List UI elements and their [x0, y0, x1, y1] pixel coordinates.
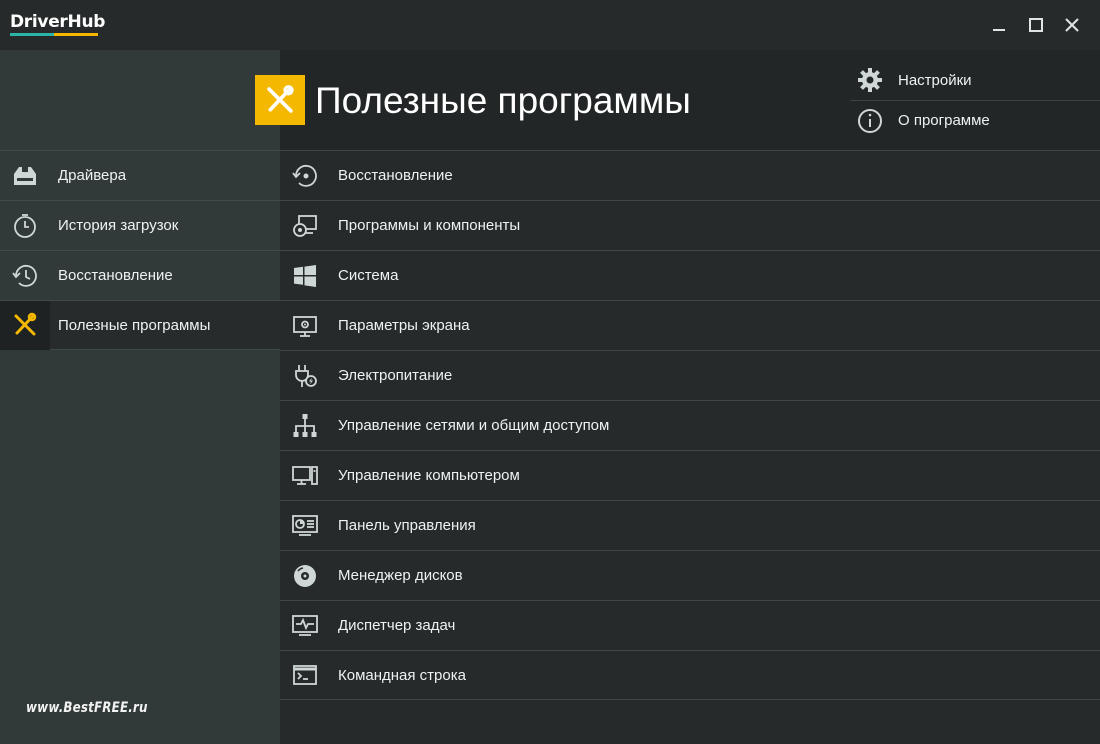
computer-icon [292, 465, 318, 485]
list-item[interactable]: Программы и компоненты [280, 200, 1100, 250]
maximize-button[interactable] [1023, 12, 1049, 38]
list-item-label: Управление сетями и общим доступом [338, 417, 610, 434]
list-item[interactable]: Управление компьютером [280, 450, 1100, 500]
settings-label: Настройки [898, 71, 972, 89]
sidebar-icon-box [0, 151, 50, 200]
menu-icon-box [850, 108, 890, 134]
sidebar-nav: Драйвера История загрузок Восстановление… [0, 150, 280, 350]
windows-icon [294, 264, 316, 287]
list-item-icon-box [280, 301, 330, 350]
list-item[interactable]: Командная строка [280, 650, 1100, 700]
menu-icon-box [850, 67, 890, 93]
list-item-label: Программы и компоненты [338, 217, 521, 234]
page-title: Полезные программы [315, 80, 691, 121]
header-menu: Настройки О программе [850, 60, 1100, 140]
list-item-label: Диспетчер задач [338, 617, 456, 634]
list-item[interactable]: Управление сетями и общим доступом [280, 400, 1100, 450]
disk-icon [294, 564, 316, 587]
sidebar-item-restore[interactable]: Восстановление [0, 250, 280, 300]
header-icon-badge [255, 75, 305, 125]
list-item-icon-box [280, 501, 330, 550]
terminal-icon [293, 665, 317, 685]
programs-icon [293, 214, 317, 237]
list-item[interactable]: Восстановление [280, 150, 1100, 200]
minimize-icon [993, 29, 1005, 31]
list-item-icon-box [280, 201, 330, 250]
task-manager-icon [292, 614, 318, 636]
display-settings-icon [293, 315, 317, 337]
list-item[interactable]: Диспетчер задач [280, 600, 1100, 650]
about-button[interactable]: О программе [850, 100, 1100, 140]
info-icon [858, 108, 882, 133]
timer-icon [14, 213, 36, 238]
list-item-label: Управление компьютером [338, 467, 520, 484]
list-item-icon-box [280, 151, 330, 200]
list-item[interactable]: Система [280, 250, 1100, 300]
history-icon [12, 264, 37, 287]
about-label: О программе [898, 112, 990, 129]
gear-icon [858, 68, 882, 92]
sidebar-icon-box [0, 201, 50, 250]
list-item[interactable]: Панель управления [280, 500, 1100, 550]
sidebar: Драйвера История загрузок Восстановление… [0, 50, 280, 744]
title-bar: DriverHub [0, 0, 1100, 50]
list-item[interactable]: Параметры экрана [280, 300, 1100, 350]
sidebar-icon-box [0, 251, 50, 300]
drive-icon [14, 166, 36, 185]
list-item[interactable]: Электропитание [280, 350, 1100, 400]
tools-list: Восстановление Программы и компоненты Си… [280, 150, 1100, 744]
list-item-icon-box [280, 401, 330, 450]
restore-icon [292, 164, 317, 187]
list-item-label: Электропитание [338, 367, 453, 384]
list-item-icon-box [280, 351, 330, 400]
sidebar-item-label: Драйвера [58, 167, 127, 184]
list-item-icon-box [280, 451, 330, 500]
app-logo: DriverHub [10, 12, 105, 36]
list-item-label: Менеджер дисков [338, 567, 463, 584]
sidebar-item-download-history[interactable]: История загрузок [0, 200, 280, 250]
page-header: Полезные программы Настройки О программе [255, 50, 1100, 150]
settings-button[interactable]: Настройки [850, 60, 1100, 100]
tools-icon [267, 85, 294, 113]
sidebar-item-drivers[interactable]: Драйвера [0, 150, 280, 200]
logo-underline [10, 33, 98, 36]
list-item-label: Командная строка [338, 666, 466, 684]
sidebar-item-useful-programs[interactable]: Полезные программы [0, 300, 280, 350]
app-logo-text: DriverHub [10, 12, 106, 32]
list-item-label: Восстановление [338, 167, 453, 184]
maximize-icon [1029, 18, 1043, 32]
control-panel-icon [292, 514, 318, 536]
sidebar-icon-box [0, 300, 50, 350]
sidebar-item-label: История загрузок [58, 217, 179, 234]
watermark: www.BestFREE.ru [26, 700, 148, 716]
close-button[interactable] [1059, 12, 1085, 38]
list-item-icon-box [280, 651, 330, 700]
list-item-icon-box [280, 601, 330, 650]
sidebar-item-label: Восстановление [58, 267, 173, 284]
power-plug-icon [295, 364, 317, 387]
list-item-label: Система [338, 267, 399, 284]
list-item-icon-box [280, 251, 330, 300]
list-item-label: Панель управления [338, 517, 476, 534]
close-icon [1065, 18, 1079, 32]
list-item-label: Параметры экрана [338, 317, 470, 334]
network-icon [293, 413, 317, 437]
list-item-icon-box [280, 551, 330, 600]
tools-icon [14, 312, 37, 336]
sidebar-item-label: Полезные программы [58, 316, 211, 334]
list-item[interactable]: Менеджер дисков [280, 550, 1100, 600]
minimize-button[interactable] [986, 12, 1012, 38]
